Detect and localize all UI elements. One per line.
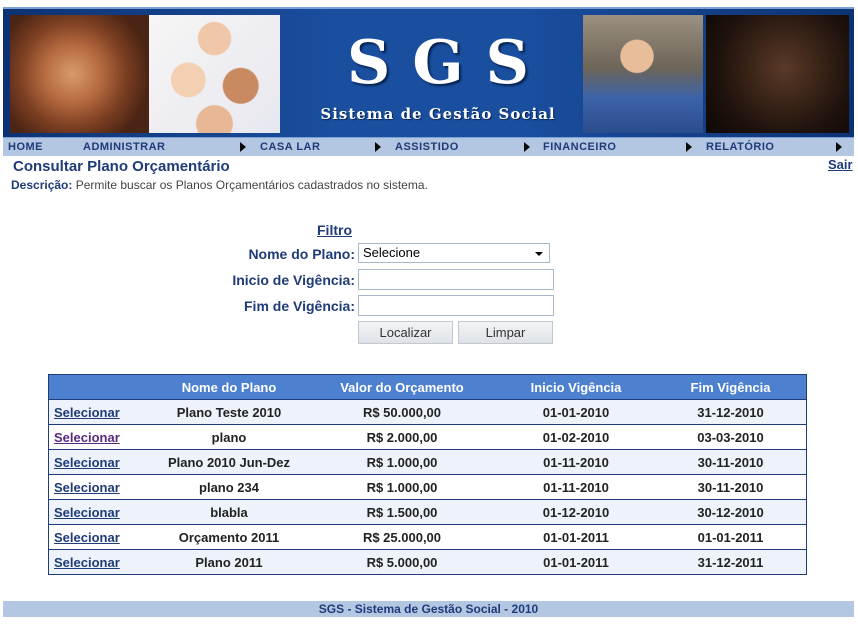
menu-item-casa-lar[interactable]: CASA LAR bbox=[260, 139, 320, 155]
end-date-label: Fim de Vigência: bbox=[244, 298, 355, 314]
select-link[interactable]: Selecionar bbox=[48, 399, 151, 425]
column-header-budget: Valor do Orçamento bbox=[307, 374, 497, 400]
cell-end: 30-12-2010 bbox=[655, 499, 807, 525]
cell-end: 03-03-2010 bbox=[655, 424, 807, 450]
table-row: Selecionar Plano Teste 2010 R$ 50.000,00… bbox=[48, 399, 807, 425]
cell-budget: R$ 50.000,00 bbox=[307, 399, 497, 425]
end-date-input[interactable] bbox=[358, 295, 554, 316]
cell-plan-name: plano bbox=[151, 424, 307, 450]
page-title: Consultar Plano Orçamentário bbox=[13, 158, 230, 175]
select-link[interactable]: Selecionar bbox=[48, 424, 151, 450]
chevron-down-icon bbox=[535, 252, 543, 256]
chevron-right-icon bbox=[524, 142, 530, 152]
cell-budget: R$ 1.000,00 bbox=[307, 449, 497, 475]
filter-title: Filtro bbox=[317, 222, 352, 238]
cell-plan-name: Plano Teste 2010 bbox=[151, 399, 307, 425]
cell-plan-name: Orçamento 2011 bbox=[151, 524, 307, 550]
table-row: Selecionar blabla R$ 1.500,00 01-12-2010… bbox=[48, 499, 807, 525]
cell-budget: R$ 5.000,00 bbox=[307, 549, 497, 575]
start-date-label: Inicio de Vigência: bbox=[232, 272, 355, 288]
start-date-input[interactable] bbox=[358, 269, 554, 290]
cell-budget: R$ 2.000,00 bbox=[307, 424, 497, 450]
column-header-action bbox=[48, 374, 151, 400]
select-link[interactable]: Selecionar bbox=[48, 524, 151, 550]
cell-budget: R$ 25.000,00 bbox=[307, 524, 497, 550]
child-photo-1 bbox=[10, 15, 149, 133]
cell-end: 30-11-2010 bbox=[655, 449, 807, 475]
chevron-right-icon bbox=[836, 142, 842, 152]
table-row: Selecionar Orçamento 2011 R$ 25.000,00 0… bbox=[48, 524, 807, 550]
cell-plan-name: Plano 2010 Jun-Dez bbox=[151, 449, 307, 475]
cell-start: 01-11-2010 bbox=[497, 474, 655, 500]
cell-budget: R$ 1.000,00 bbox=[307, 474, 497, 500]
child-photo-4 bbox=[706, 15, 849, 133]
table-header-row: Nome do Plano Valor do Orçamento Inicio … bbox=[48, 374, 807, 400]
select-link[interactable]: Selecionar bbox=[48, 449, 151, 475]
description-text: Permite buscar os Planos Orçamentários c… bbox=[72, 178, 428, 192]
cell-start: 01-01-2011 bbox=[497, 524, 655, 550]
table-row: Selecionar plano R$ 2.000,00 01-02-2010 … bbox=[48, 424, 807, 450]
cell-end: 01-01-2011 bbox=[655, 524, 807, 550]
plan-name-selected-value: Selecione bbox=[363, 245, 421, 260]
logo-subtitle: Sistema de Gestão Social bbox=[320, 105, 556, 123]
logout-link[interactable]: Sair bbox=[828, 157, 853, 172]
cell-start: 01-11-2010 bbox=[497, 449, 655, 475]
menu-item-home[interactable]: HOME bbox=[8, 139, 43, 155]
cell-plan-name: blabla bbox=[151, 499, 307, 525]
chevron-right-icon bbox=[686, 142, 692, 152]
menu-item-financeiro[interactable]: FINANCEIRO bbox=[543, 139, 616, 155]
child-photo-2 bbox=[149, 15, 280, 133]
table-row: Selecionar Plano 2011 R$ 5.000,00 01-01-… bbox=[48, 549, 807, 575]
page-description: Descrição: Permite buscar os Planos Orça… bbox=[11, 178, 428, 192]
header-banner: SGS Sistema de Gestão Social bbox=[3, 7, 854, 139]
cell-start: 01-02-2010 bbox=[497, 424, 655, 450]
cell-start: 01-12-2010 bbox=[497, 499, 655, 525]
plan-name-select[interactable]: Selecione bbox=[358, 243, 550, 263]
menu-item-assistido[interactable]: ASSISTIDO bbox=[395, 139, 459, 155]
table-row: Selecionar plano 234 R$ 1.000,00 01-11-2… bbox=[48, 474, 807, 500]
cell-end: 31-12-2010 bbox=[655, 399, 807, 425]
cell-budget: R$ 1.500,00 bbox=[307, 499, 497, 525]
column-header-plan-name: Nome do Plano bbox=[151, 374, 307, 400]
cell-end: 31-12-2011 bbox=[655, 549, 807, 575]
search-button[interactable]: Localizar bbox=[358, 321, 453, 344]
chevron-right-icon bbox=[240, 142, 246, 152]
chevron-right-icon bbox=[375, 142, 381, 152]
cell-start: 01-01-2010 bbox=[497, 399, 655, 425]
logo-title: SGS bbox=[347, 28, 551, 98]
menu-item-relatorio[interactable]: RELATÓRIO bbox=[706, 139, 774, 155]
results-table: Nome do Plano Valor do Orçamento Inicio … bbox=[48, 374, 807, 575]
plan-name-label: Nome do Plano: bbox=[248, 246, 355, 262]
description-label: Descrição: bbox=[11, 178, 73, 192]
select-link[interactable]: Selecionar bbox=[48, 549, 151, 575]
cell-start: 01-01-2011 bbox=[497, 549, 655, 575]
cell-end: 30-11-2010 bbox=[655, 474, 807, 500]
main-menu: HOME ADMINISTRAR CASA LAR ASSISTIDO FINA… bbox=[3, 138, 854, 156]
cell-plan-name: Plano 2011 bbox=[151, 549, 307, 575]
child-photo-3 bbox=[583, 15, 703, 133]
footer: SGS - Sistema de Gestão Social - 2010 bbox=[3, 601, 854, 617]
clear-button[interactable]: Limpar bbox=[458, 321, 553, 344]
column-header-end: Fim Vigência bbox=[655, 374, 807, 400]
select-link[interactable]: Selecionar bbox=[48, 499, 151, 525]
select-link[interactable]: Selecionar bbox=[48, 474, 151, 500]
cell-plan-name: plano 234 bbox=[151, 474, 307, 500]
table-row: Selecionar Plano 2010 Jun-Dez R$ 1.000,0… bbox=[48, 449, 807, 475]
column-header-start: Inicio Vigência bbox=[497, 374, 655, 400]
logo: SGS Sistema de Gestão Social bbox=[303, 27, 573, 123]
menu-item-administrar[interactable]: ADMINISTRAR bbox=[83, 139, 166, 155]
